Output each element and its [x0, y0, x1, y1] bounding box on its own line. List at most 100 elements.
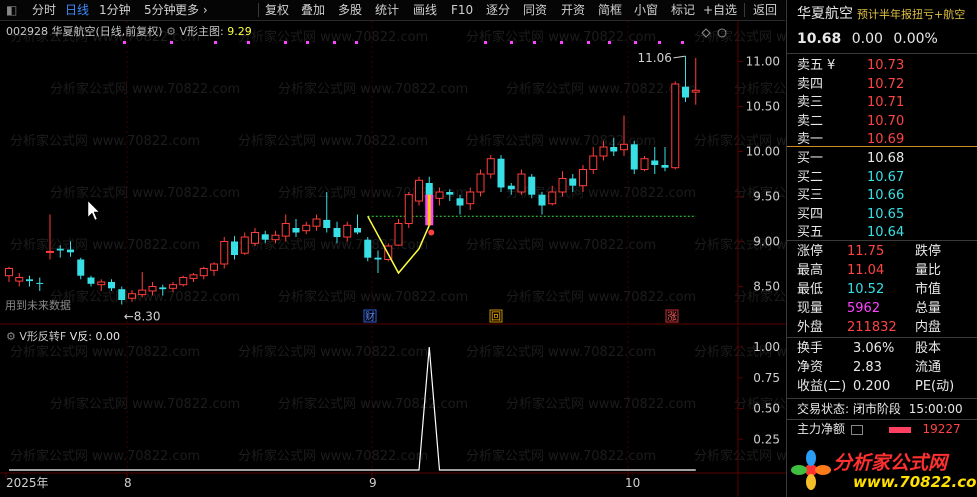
stat-value: 211832: [847, 320, 897, 335]
price-tick-label: 10.50: [746, 100, 780, 114]
watermark-text: 分析家公式网 www.70822.com: [278, 289, 468, 305]
signal-dot: [587, 41, 590, 44]
toolbar-item-2[interactable]: 1分钟: [99, 0, 131, 20]
toolbar-item-13[interactable]: 开资: [561, 0, 585, 20]
candle-body: [682, 86, 689, 98]
signal-dot: [247, 41, 250, 44]
signal-dot: [608, 41, 611, 44]
main-flow-label: 主力净额: [797, 422, 846, 436]
quote-change: 0.00: [851, 31, 883, 47]
candle-body: [240, 236, 249, 254]
divider: [787, 53, 977, 54]
min-price-label: ←8.30: [124, 310, 161, 324]
toolbar-item-15[interactable]: 小窗: [634, 0, 658, 20]
watermark-text: 分析家公式网 www.70822.com: [10, 448, 200, 464]
candle-body: [231, 241, 238, 255]
indicator-value: 9.29: [227, 25, 252, 38]
candle-body: [364, 239, 372, 258]
watermark-text: 分析家公式网 www.70822.com: [238, 344, 428, 360]
candle: [179, 275, 188, 287]
toolbar-item-9[interactable]: 画线: [413, 0, 437, 20]
candle: [682, 56, 689, 102]
bid-label: 买三: [797, 188, 824, 203]
candle: [199, 266, 208, 280]
candle: [5, 266, 13, 282]
date-label: 10: [625, 476, 640, 490]
settings-icon[interactable]: ⚙: [166, 25, 176, 38]
event-marker: 涨: [667, 311, 677, 323]
candle-body: [199, 268, 208, 277]
stat-value: 0.200: [853, 379, 891, 394]
toolbar-item-14[interactable]: 简框: [598, 0, 622, 20]
candle: [630, 140, 638, 174]
toolbar-item-6[interactable]: 叠加: [301, 0, 325, 20]
quote-ticker: 预计半年报扭亏+航空: [857, 8, 966, 21]
candle-body: [569, 178, 577, 186]
toolbar-item-5[interactable]: 复权: [265, 0, 289, 20]
stat-value: 3.06%: [853, 341, 895, 356]
watermark-text: 分析家公式网 www.70822.com: [10, 237, 200, 253]
bid-label: 买一: [797, 151, 824, 166]
toolbar-item-4[interactable]: 更多 ›: [175, 0, 208, 20]
stat-value: 11.75: [847, 244, 885, 259]
watermark-text: 分析家公式网 www.70822.com: [734, 81, 786, 97]
toolbar-item-12[interactable]: 同资: [523, 0, 547, 20]
main-flow: 主力净额 19227: [797, 420, 961, 439]
stat-label-2: 市值: [915, 282, 942, 297]
toolbar-item-8[interactable]: 统计: [375, 0, 399, 20]
toolbar-item-3[interactable]: 5分钟: [144, 0, 176, 20]
toolbar-item-10[interactable]: F10: [451, 0, 473, 20]
toolbar-item-16[interactable]: 标记: [671, 0, 695, 20]
price-tick-label: 8.50: [753, 280, 780, 294]
stat-label-2: 量比: [915, 263, 942, 278]
signal-dot: [560, 41, 563, 44]
toolbar-item-1[interactable]: 日线: [65, 0, 89, 20]
stat-label: 外盘: [797, 320, 824, 335]
indicator-chart[interactable]: 分析家公式网 www.70822.com 分析家公式网 www.70822.com…: [0, 326, 786, 497]
indicator-name[interactable]: V形主图: [179, 25, 220, 38]
candle-body: [77, 259, 85, 276]
watermark-text: 分析家公式网 www.70822.com: [50, 185, 240, 201]
sub-indicator-name[interactable]: V形反转F: [19, 330, 66, 343]
indicator-tick-label: 0.50: [753, 402, 780, 416]
flow-bar: [888, 426, 911, 433]
toolbar-item-17[interactable]: +自选: [703, 0, 737, 20]
candle: [538, 192, 546, 215]
candle-body: [630, 144, 638, 170]
grid-icon[interactable]: [850, 424, 863, 435]
candle-body: [343, 224, 352, 238]
toolbar-item-18[interactable]: 返回: [753, 0, 777, 20]
watermark-layer: 分析家公式网 www.70822.com 分析家公式网 www.70822.com…: [10, 29, 786, 305]
stat-label-2: 总量: [915, 301, 942, 316]
candle: [671, 81, 680, 170]
candle: [46, 214, 54, 260]
candle-body: [374, 257, 382, 260]
settings-icon[interactable]: ⚙: [6, 330, 16, 343]
date-label: 2025年: [6, 476, 49, 490]
candle: [415, 176, 423, 206]
candlestick-chart[interactable]: 分析家公式网 www.70822.com 分析家公式网 www.70822.com…: [0, 21, 786, 325]
candle: [404, 192, 413, 228]
candle-body: [302, 224, 311, 232]
panel-toggle-icon[interactable]: ◧: [6, 0, 17, 20]
toolbar-item-7[interactable]: 多股: [338, 0, 362, 20]
max-price-arrow: [673, 55, 686, 59]
candle: [476, 169, 485, 197]
logo-flower-icon: [791, 450, 831, 490]
candle-body: [476, 173, 485, 193]
candle-body: [620, 143, 628, 151]
max-price-label: 11.06: [638, 51, 672, 65]
candle-body: [333, 228, 341, 237]
toolbar-item-0[interactable]: 分时: [32, 0, 56, 20]
candle-body: [610, 147, 618, 152]
toolbar-item-11[interactable]: 逐分: [486, 0, 510, 20]
stat-label: 收益(二): [797, 379, 847, 394]
bid-price: 10.65: [867, 206, 905, 222]
candle-body: [159, 287, 167, 290]
candle-body: [261, 234, 269, 240]
logo-text: 分析家公式网: [833, 452, 948, 474]
main-flow-value: 19227: [922, 422, 961, 436]
indicator-tick-label: 0.25: [753, 432, 780, 446]
stat-label: 换手: [797, 341, 824, 356]
ask-price: 10.71: [867, 95, 905, 110]
